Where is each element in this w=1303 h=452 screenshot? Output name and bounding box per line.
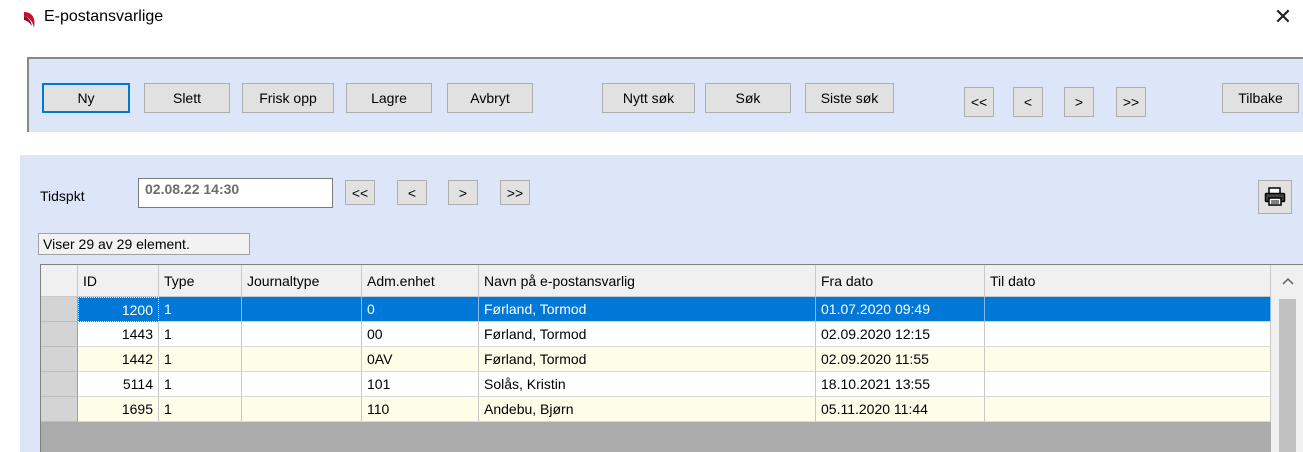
row-selector[interactable] bbox=[41, 322, 78, 347]
cell-til-dato[interactable] bbox=[985, 372, 1271, 397]
chevron-up-icon bbox=[1281, 277, 1294, 285]
cell-id[interactable]: 5114 bbox=[78, 372, 159, 397]
vertical-scrollbar[interactable] bbox=[1271, 265, 1303, 452]
cell-navn[interactable]: Andebu, Bjørn bbox=[479, 397, 816, 422]
cell-journaltype[interactable] bbox=[242, 297, 362, 322]
first-record-button[interactable]: << bbox=[964, 87, 994, 117]
tid-prev-button[interactable]: < bbox=[397, 180, 427, 205]
next-record-button[interactable]: > bbox=[1064, 87, 1094, 117]
cell-journaltype[interactable] bbox=[242, 372, 362, 397]
scroll-thumb[interactable] bbox=[1279, 299, 1296, 452]
cell-til-dato[interactable] bbox=[985, 322, 1271, 347]
printer-icon bbox=[1264, 187, 1286, 206]
cell-adm-enhet[interactable]: 101 bbox=[362, 372, 479, 397]
column-header-til-dato[interactable]: Til dato bbox=[985, 265, 1271, 297]
refresh-button[interactable]: Frisk opp bbox=[242, 83, 334, 113]
cell-adm-enhet[interactable]: 110 bbox=[362, 397, 479, 422]
row-selector[interactable] bbox=[41, 372, 78, 397]
new-search-button[interactable]: Nytt søk bbox=[602, 83, 695, 113]
close-button[interactable]: ✕ bbox=[1271, 4, 1295, 30]
cell-adm-enhet[interactable]: 0 bbox=[362, 297, 479, 322]
tid-last-button[interactable]: >> bbox=[500, 180, 530, 205]
cell-type[interactable]: 1 bbox=[159, 322, 242, 347]
last-search-button[interactable]: Siste søk bbox=[805, 83, 894, 113]
data-grid: ID Type Journaltype Adm.enhet Navn på e-… bbox=[40, 264, 1303, 452]
tidspkt-input[interactable]: 02.08.22 14:30 bbox=[138, 178, 333, 208]
row-selector[interactable] bbox=[41, 347, 78, 372]
column-header-navn[interactable]: Navn på e-postansvarlig bbox=[479, 265, 816, 297]
cell-til-dato[interactable] bbox=[985, 347, 1271, 372]
save-button[interactable]: Lagre bbox=[346, 83, 432, 113]
cell-adm-enhet[interactable]: 00 bbox=[362, 322, 479, 347]
cell-fra-dato[interactable]: 18.10.2021 13:55 bbox=[816, 372, 985, 397]
delete-button[interactable]: Slett bbox=[144, 83, 230, 113]
table-row[interactable]: 1443 1 00 Førland, Tormod 02.09.2020 12:… bbox=[41, 322, 1271, 347]
scroll-up-button[interactable] bbox=[1271, 265, 1303, 297]
print-button[interactable] bbox=[1258, 180, 1292, 214]
tid-first-button[interactable]: << bbox=[345, 180, 375, 205]
record-count-status: Viser 29 av 29 element. bbox=[38, 233, 250, 255]
window-title: E-postansvarlige bbox=[44, 8, 164, 25]
cell-journaltype[interactable] bbox=[242, 397, 362, 422]
cell-navn[interactable]: Førland, Tormod bbox=[479, 347, 816, 372]
new-button[interactable]: Ny bbox=[42, 83, 130, 113]
back-button[interactable]: Tilbake bbox=[1222, 83, 1299, 113]
cell-type[interactable]: 1 bbox=[159, 347, 242, 372]
cell-til-dato[interactable] bbox=[985, 397, 1271, 422]
cell-id[interactable]: 1443 bbox=[78, 322, 159, 347]
column-header-fra-dato[interactable]: Fra dato bbox=[816, 265, 985, 297]
cell-id[interactable]: 1200 bbox=[78, 297, 159, 322]
last-record-button[interactable]: >> bbox=[1116, 87, 1146, 117]
cell-id[interactable]: 1442 bbox=[78, 347, 159, 372]
cell-fra-dato[interactable]: 02.09.2020 11:55 bbox=[816, 347, 985, 372]
cell-journaltype[interactable] bbox=[242, 322, 362, 347]
app-logo-icon bbox=[24, 12, 35, 28]
column-header-type[interactable]: Type bbox=[159, 265, 242, 297]
tidspkt-label: Tidspkt bbox=[40, 188, 85, 204]
cell-navn[interactable]: Førland, Tormod bbox=[479, 297, 816, 322]
cell-type[interactable]: 1 bbox=[159, 372, 242, 397]
cancel-button[interactable]: Avbryt bbox=[447, 83, 533, 113]
row-selector[interactable] bbox=[41, 297, 78, 322]
cell-type[interactable]: 1 bbox=[159, 297, 242, 322]
grid-header: ID Type Journaltype Adm.enhet Navn på e-… bbox=[41, 265, 1271, 297]
table-row[interactable]: 1695 1 110 Andebu, Bjørn 05.11.2020 11:4… bbox=[41, 397, 1271, 422]
cell-journaltype[interactable] bbox=[242, 347, 362, 372]
table-row[interactable]: 1200 1 0 Førland, Tormod 01.07.2020 09:4… bbox=[41, 297, 1271, 322]
title-bar: E-postansvarlige ✕ bbox=[0, 0, 1303, 38]
cell-id[interactable]: 1695 bbox=[78, 397, 159, 422]
search-button[interactable]: Søk bbox=[705, 83, 791, 113]
column-header-journaltype[interactable]: Journaltype bbox=[242, 265, 362, 297]
tid-next-button[interactable]: > bbox=[448, 180, 478, 205]
cell-adm-enhet[interactable]: 0AV bbox=[362, 347, 479, 372]
column-header-id[interactable]: ID bbox=[78, 265, 159, 297]
row-header-corner bbox=[41, 265, 78, 297]
cell-fra-dato[interactable]: 05.11.2020 11:44 bbox=[816, 397, 985, 422]
cell-type[interactable]: 1 bbox=[159, 397, 242, 422]
cell-fra-dato[interactable]: 02.09.2020 12:15 bbox=[816, 322, 985, 347]
table-row[interactable]: 1442 1 0AV Førland, Tormod 02.09.2020 11… bbox=[41, 347, 1271, 372]
toolbar: Ny Slett Frisk opp Lagre Avbryt Nytt søk… bbox=[27, 57, 1303, 132]
row-selector[interactable] bbox=[41, 397, 78, 422]
cell-fra-dato[interactable]: 01.07.2020 09:49 bbox=[816, 297, 985, 322]
prev-record-button[interactable]: < bbox=[1013, 87, 1043, 117]
table-row[interactable]: 5114 1 101 Solås, Kristin 18.10.2021 13:… bbox=[41, 372, 1271, 397]
column-header-adm-enhet[interactable]: Adm.enhet bbox=[362, 265, 479, 297]
cell-navn[interactable]: Solås, Kristin bbox=[479, 372, 816, 397]
cell-navn[interactable]: Førland, Tormod bbox=[479, 322, 816, 347]
cell-til-dato[interactable] bbox=[985, 297, 1271, 322]
